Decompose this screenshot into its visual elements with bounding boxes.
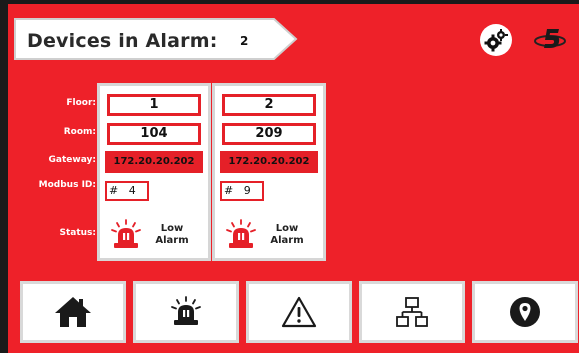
alarm-siren-icon: [171, 296, 201, 325]
floor-label: Floor:: [66, 98, 96, 108]
status-kind: Alarm: [155, 235, 189, 246]
page-title: Devices in Alarm:: [27, 30, 218, 52]
alarm-siren-icon: [110, 219, 142, 251]
gateway-label: Gateway:: [48, 155, 96, 165]
room-value: 209: [222, 123, 316, 145]
app-screen: Devices in Alarm: 2 Floor: Room: Gateway…: [0, 0, 579, 353]
status-text: Low Alarm: [150, 223, 194, 247]
status-text: Low Alarm: [265, 223, 309, 247]
room-value: 104: [107, 123, 201, 145]
status-kind: Alarm: [270, 235, 304, 246]
nav-alarms-button[interactable]: [133, 281, 239, 343]
device-card[interactable]: 1 104 172.20.20.202 # 4 Low Alarm: [97, 83, 211, 261]
status-label: Status:: [59, 228, 96, 238]
modbus-id-value: # 4: [105, 181, 149, 201]
brand-logo-icon: [533, 26, 567, 54]
floor-value: 1: [107, 94, 201, 116]
warning-icon: [281, 296, 317, 328]
floor-value: 2: [222, 94, 316, 116]
room-label: Room:: [63, 127, 96, 137]
device-card[interactable]: 2 209 172.20.20.202 # 9 Low Alarm: [212, 83, 326, 261]
settings-button[interactable]: [480, 24, 512, 56]
alarm-siren-icon: [225, 219, 257, 251]
status-severity: Low: [275, 223, 299, 234]
location-pin-icon: [510, 297, 540, 327]
alarm-count: 2: [240, 34, 249, 48]
gateway-value: 172.20.20.202: [220, 151, 318, 173]
modbus-id-value: # 9: [220, 181, 264, 201]
nav-location-button[interactable]: [472, 281, 578, 343]
left-border: [0, 0, 8, 353]
home-icon: [55, 297, 91, 327]
gateway-value: 172.20.20.202: [105, 151, 203, 173]
gears-icon: [484, 29, 508, 52]
modbus-id-label: Modbus ID:: [38, 180, 96, 190]
network-icon: [396, 297, 428, 327]
nav-warnings-button[interactable]: [246, 281, 352, 343]
status-severity: Low: [160, 223, 184, 234]
nav-network-button[interactable]: [359, 281, 465, 343]
nav-home-button[interactable]: [20, 281, 126, 343]
